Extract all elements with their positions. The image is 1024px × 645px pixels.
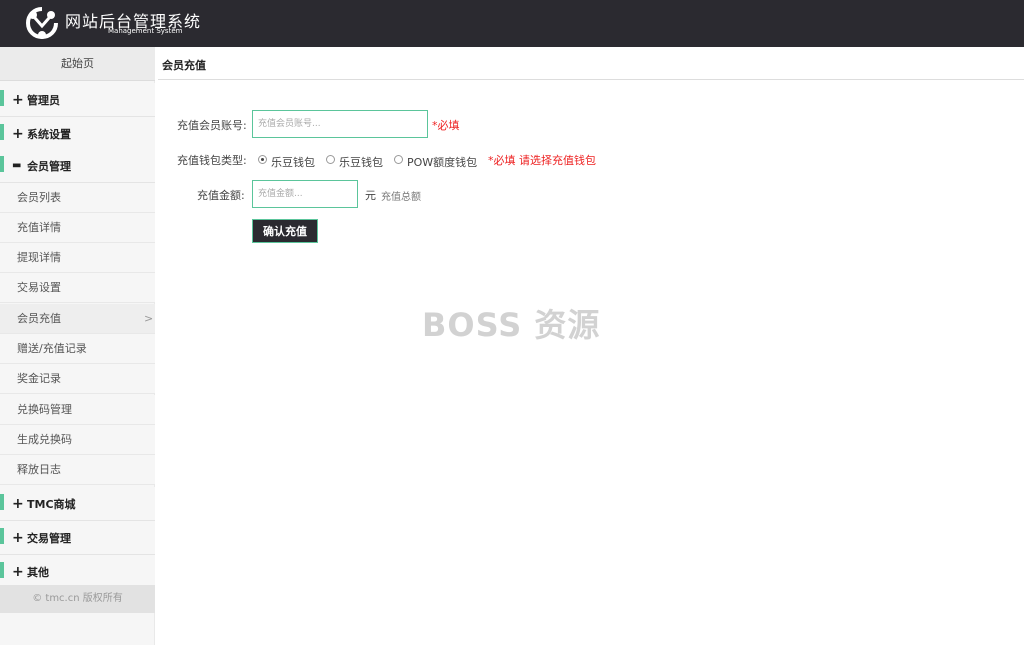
sidebar-group-tmc-mall[interactable]: + TMC商城	[0, 487, 155, 521]
sidebar-item-bonus-records[interactable]: 奖金记录	[0, 364, 155, 394]
sidebar-item-label: 奖金记录	[17, 372, 61, 385]
sidebar-item-generate-redeem-code[interactable]: 生成兑换码	[0, 425, 155, 455]
app-subtitle: Management System	[108, 27, 183, 35]
sidebar-item-member-recharge[interactable]: 会员充值 >	[0, 304, 155, 334]
confirm-recharge-button[interactable]: 确认充值	[252, 219, 318, 243]
sidebar-group-member-management[interactable]: ▬ 会员管理	[0, 149, 155, 183]
wallet-type-label: 充值钱包类型:	[177, 154, 247, 167]
account-label: 充值会员账号:	[177, 119, 247, 132]
page-title: 会员充值	[162, 59, 206, 72]
radio-label: 乐豆钱包	[339, 156, 383, 169]
amount-label: 充值金额:	[197, 189, 245, 202]
sidebar-group-label: 会员管理	[27, 160, 71, 173]
sidebar-group-trade-management[interactable]: + 交易管理	[0, 521, 155, 555]
account-required-note: *必填	[432, 119, 460, 132]
wallet-required-note: *必填 请选择充值钱包	[488, 154, 596, 167]
sidebar-item-redeem-code-management[interactable]: 兑换码管理	[0, 395, 155, 425]
plus-icon: +	[12, 126, 24, 142]
group-accent-bar	[0, 156, 4, 172]
sidebar-item-label: 提现详情	[17, 251, 61, 264]
sidebar-item-recharge-details[interactable]: 充值详情	[0, 213, 155, 243]
sidebar-item-label: 交易设置	[17, 281, 61, 294]
sidebar-item-label: 会员充值	[17, 312, 61, 325]
sidebar-item-gift-recharge-records[interactable]: 赠送/充值记录	[0, 334, 155, 364]
amount-unit: 元	[365, 189, 376, 202]
sidebar-footer-copyright: © tmc.cn 版权所有	[0, 585, 155, 613]
radio-unchecked-icon	[326, 155, 335, 164]
amount-hint: 充值总额	[381, 192, 421, 203]
sidebar-group-label: TMC商城	[27, 498, 76, 511]
sidebar: 起始页 + 管理员 + 系统设置 ▬ 会员管理 会员列表 充值详情 提现详情 交…	[0, 47, 155, 645]
title-divider	[158, 79, 1024, 80]
chevron-right-icon: >	[144, 312, 154, 325]
plus-icon: +	[12, 496, 24, 512]
sidebar-item-trade-settings[interactable]: 交易设置	[0, 273, 155, 303]
sidebar-item-withdraw-details[interactable]: 提现详情	[0, 243, 155, 273]
sidebar-item-label: 会员列表	[17, 191, 61, 204]
group-accent-bar	[0, 124, 4, 140]
radio-unchecked-icon	[394, 155, 403, 164]
group-accent-bar	[0, 494, 4, 510]
sidebar-group-label: 交易管理	[27, 532, 71, 545]
radio-label: 乐豆钱包	[271, 156, 315, 169]
sidebar-item-label: 生成兑换码	[17, 433, 72, 446]
radio-label: POW额度钱包	[407, 156, 478, 169]
sidebar-group-label: 管理员	[27, 94, 60, 107]
plus-icon: +	[12, 564, 24, 580]
sidebar-group-system-settings[interactable]: + 系统设置	[0, 117, 155, 151]
radio-checked-icon	[258, 155, 267, 164]
sidebar-item-label: 兑换码管理	[17, 403, 72, 416]
top-header: 网站后台管理系统 Management System	[0, 0, 1024, 47]
group-accent-bar	[0, 562, 4, 578]
sidebar-item-label: 赠送/充值记录	[17, 342, 87, 355]
sidebar-home-link[interactable]: 起始页	[0, 47, 155, 81]
amount-input[interactable]	[252, 180, 358, 208]
group-accent-bar	[0, 528, 4, 544]
sidebar-group-other[interactable]: + 其他	[0, 555, 155, 589]
group-accent-bar	[0, 90, 4, 106]
sidebar-item-release-log[interactable]: 释放日志	[0, 455, 155, 485]
sidebar-item-label: 释放日志	[17, 463, 61, 476]
account-input[interactable]	[252, 110, 428, 138]
sidebar-group-admin[interactable]: + 管理员	[0, 83, 155, 117]
plus-icon: +	[12, 530, 24, 546]
logo-icon	[25, 7, 58, 40]
minus-icon: ▬	[12, 160, 22, 171]
sidebar-item-member-list[interactable]: 会员列表	[0, 183, 155, 213]
sidebar-group-label: 系统设置	[27, 128, 71, 141]
sidebar-item-label: 充值详情	[17, 221, 61, 234]
plus-icon: +	[12, 92, 24, 108]
watermark: BOSS 资源	[422, 306, 601, 344]
